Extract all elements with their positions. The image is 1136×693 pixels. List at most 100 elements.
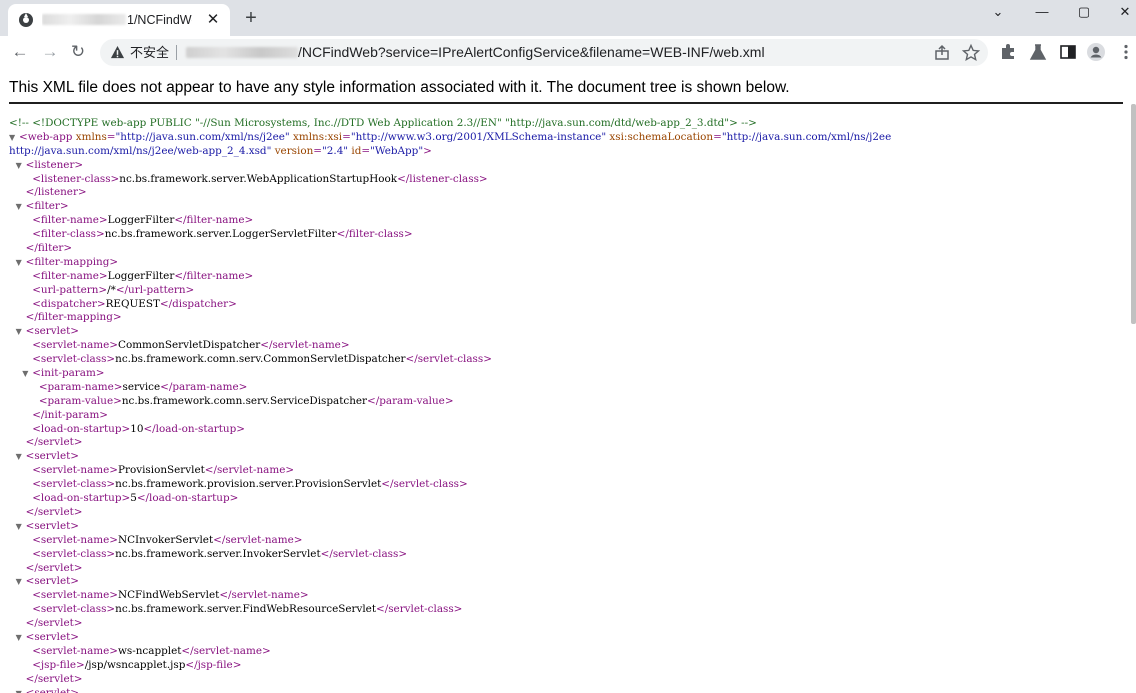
xml-line: http://java.sun.com/xml/ns/j2ee/web-app_… [9, 145, 1129, 159]
menu-icon[interactable] [1116, 42, 1136, 62]
xml-line: ▼<servlet> [9, 631, 1129, 645]
star-icon[interactable] [961, 43, 981, 63]
xml-line: </init-param> [9, 409, 1129, 423]
collapse-toggle-icon[interactable]: ▼ [16, 450, 26, 464]
forward-button[interactable]: → [38, 40, 62, 64]
tab-title-text: 1/NCFindWeb [127, 13, 192, 27]
xml-line-content: <servlet-name>ws-ncapplet</servlet-name> [32, 644, 271, 657]
xml-line-content: </listener> [25, 186, 87, 199]
xml-line: ▼<servlet> [9, 450, 1129, 464]
xml-line-content: <!-- <!DOCTYPE web-app PUBLIC "-//Sun Mi… [9, 117, 757, 129]
omnibox-divider [176, 45, 177, 60]
xml-line-content: <param-name>service</param-name> [38, 380, 248, 393]
extensions-icon[interactable] [998, 42, 1018, 62]
xml-line-content: </filter> [25, 242, 73, 255]
back-button[interactable]: ← [8, 40, 32, 64]
xml-line: <load-on-startup>10</load-on-startup> [9, 423, 1129, 437]
collapse-toggle-icon[interactable]: ▼ [16, 631, 26, 645]
collapse-toggle-icon[interactable]: ▼ [16, 687, 26, 693]
xml-line-content: <servlet-class>nc.bs.framework.provision… [32, 478, 468, 491]
xml-line: ▼ <web-app xmlns="http://java.sun.com/xml… [9, 131, 1129, 145]
collapse-toggle-icon[interactable]: ▼ [22, 367, 32, 381]
xml-line: ▼<servlet> [9, 325, 1129, 339]
collapse-toggle-icon[interactable]: ▼ [16, 575, 26, 589]
xml-line-content: <servlet-class>nc.bs.framework.comn.serv… [32, 353, 492, 366]
warning-icon[interactable] [110, 45, 125, 60]
xml-line-content: <filter-name>LoggerFilter</filter-name> [32, 269, 254, 282]
xml-line: ▼<servlet> [9, 575, 1129, 589]
xml-line-content: <filter> [25, 200, 69, 213]
xml-line: <filter-name>LoggerFilter</filter-name> [9, 270, 1129, 284]
new-tab-button[interactable]: + [240, 7, 262, 29]
xml-line-content: <listener> [25, 158, 84, 171]
xml-line-content: <servlet-class>nc.bs.framework.server.In… [32, 547, 408, 560]
close-window-button[interactable]: ✕ [1113, 2, 1136, 22]
xml-line-content: <dispatcher>REQUEST</dispatcher> [32, 297, 237, 310]
xml-line: <param-value>nc.bs.framework.comn.serv.S… [9, 395, 1129, 409]
url-text[interactable]: /NCFindWeb?service=IPreAlertConfigServic… [298, 44, 765, 61]
xml-line-content: </servlet> [25, 617, 83, 630]
tab-close-icon[interactable]: ✕ [204, 11, 222, 29]
xml-line-content: <param-value>nc.bs.framework.comn.serv.S… [38, 394, 454, 407]
xml-line-content: <init-param> [32, 367, 105, 380]
collapse-toggle-icon[interactable]: ▼ [16, 520, 26, 534]
security-label[interactable]: 不安全 [130, 44, 169, 61]
xml-line-content: <load-on-startup>10</load-on-startup> [32, 422, 245, 435]
sidepanel-icon[interactable] [1058, 42, 1078, 62]
xml-line: <servlet-class>nc.bs.framework.comn.serv… [9, 353, 1129, 367]
xml-line-content: </servlet> [25, 672, 83, 685]
tab-strip: 1/NCFindWeb ✕ + ⌄ — ▢ ✕ [0, 0, 1136, 36]
collapse-toggle-icon[interactable]: ▼ [16, 256, 26, 270]
xml-line: ▼ <filter> [9, 200, 1129, 214]
vertical-scrollbar[interactable] [1131, 104, 1136, 324]
tab-active[interactable]: 1/NCFindWeb ✕ [8, 4, 230, 36]
xml-line-content: <servlet> [25, 686, 79, 693]
collapse-toggle-icon[interactable]: ▼ [16, 200, 26, 214]
lab-icon[interactable] [1028, 42, 1048, 62]
xml-line-content: <load-on-startup>5</load-on-startup> [32, 492, 239, 505]
xml-line: <servlet-name>ws-ncapplet</servlet-name> [9, 645, 1129, 659]
collapse-toggle-icon[interactable]: ▼ [16, 325, 26, 339]
xml-line: <servlet-class>nc.bs.framework.provision… [9, 478, 1129, 492]
xml-line: <servlet-name>ProvisionServlet</servlet-… [9, 464, 1129, 478]
xml-line: <load-on-startup>5</load-on-startup> [9, 492, 1129, 506]
xml-line: <param-name>service</param-name> [9, 381, 1129, 395]
profile-icon[interactable] [1086, 42, 1106, 62]
xml-line: ▼ <init-param> [9, 367, 1129, 381]
xml-line-content: <servlet> [25, 519, 79, 532]
xml-line-content: <servlet> [25, 630, 79, 643]
xml-line: <filter-class>nc.bs.framework.server.Log… [9, 228, 1129, 242]
info-divider [9, 102, 1123, 104]
xml-line-content: <servlet> [25, 325, 79, 338]
xml-line: </servlet> [9, 617, 1129, 631]
xml-line-content: </servlet> [25, 561, 83, 574]
collapse-toggle-icon[interactable]: ▼ [16, 159, 26, 173]
address-bar[interactable]: 不安全 /NCFindWeb?service=IPreAlertConfigSe… [100, 39, 988, 66]
xml-line-content: </servlet> [25, 436, 83, 449]
xml-line: </filter-mapping> [9, 311, 1129, 325]
maximize-button[interactable]: ▢ [1072, 2, 1096, 22]
share-icon[interactable] [932, 43, 952, 63]
tab-title-redacted [42, 14, 126, 25]
xml-line: </servlet> [9, 673, 1129, 687]
reload-button[interactable]: ↻ [66, 40, 90, 64]
xml-line: <listener-class>nc.bs.framework.server.W… [9, 173, 1129, 187]
browser-toolbar: ← → ↻ 不安全 /NCFindWeb?service=IPreAlertCo… [0, 36, 1136, 68]
xml-line-content: <filter-mapping> [25, 255, 119, 268]
xml-line-content: <filter-class>nc.bs.framework.server.Log… [32, 228, 413, 241]
globe-icon [19, 13, 33, 27]
xml-line: <dispatcher>REQUEST</dispatcher> [9, 298, 1129, 312]
minimize-button[interactable]: — [1030, 2, 1054, 22]
xml-line-content: http://java.sun.com/xml/ns/j2ee/web-app_… [9, 144, 432, 157]
xml-line: <filter-name>LoggerFilter</filter-name> [9, 214, 1129, 228]
tab-search-chevron-icon[interactable]: ⌄ [986, 2, 1010, 22]
xml-line-content: <servlet-name>NCFindWebServlet</servlet-… [32, 589, 309, 602]
xml-line: ▼ <filter-mapping> [9, 256, 1129, 270]
xml-line: </listener> [9, 186, 1129, 200]
collapse-toggle-icon[interactable]: ▼ [9, 131, 19, 145]
tab-title: 1/NCFindWeb [42, 12, 192, 28]
xml-line: <servlet-name>CommonServletDispatcher</s… [9, 339, 1129, 353]
xml-line-content: <servlet-name>NCInvokerServlet</servlet-… [32, 533, 303, 546]
xml-line-content: </init-param> [32, 408, 109, 421]
xml-line: ▼<servlet> [9, 520, 1129, 534]
